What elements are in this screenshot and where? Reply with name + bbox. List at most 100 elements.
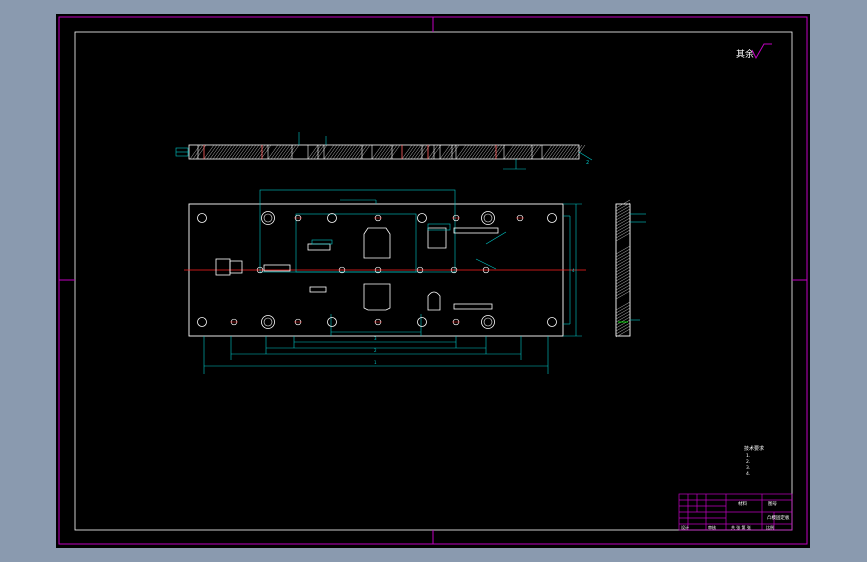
- surface-roughness-icon: [751, 43, 772, 60]
- hatch-line: [467, 144, 479, 160]
- hatch-line: [488, 144, 500, 160]
- plan-dimension-lines: [203, 189, 582, 374]
- hatch-line: [427, 144, 439, 160]
- hatch-line: [270, 144, 282, 160]
- surface-finish-label: 其余: [736, 48, 754, 60]
- side-end-view: [615, 199, 646, 338]
- hatch-line: [242, 144, 254, 160]
- plate-hole-medium: [327, 213, 337, 223]
- hatch-line: [461, 144, 473, 160]
- hatch-line: [439, 144, 451, 160]
- hatch-line: [562, 144, 574, 160]
- rounded-pocket: [427, 291, 441, 311]
- hatch-line: [544, 144, 556, 160]
- hatch-line: [218, 144, 230, 160]
- hatch-line: [189, 144, 201, 160]
- hatch-line: [313, 144, 325, 160]
- hatch-line: [329, 144, 341, 160]
- dim-label-1: 1: [374, 360, 377, 365]
- hatch-line: [248, 144, 260, 160]
- hatch-line: [413, 144, 425, 160]
- title-block-scale: 比例: [766, 524, 774, 530]
- hatch-line: [401, 144, 413, 160]
- plate-hole-large-inner: [263, 213, 273, 223]
- hatch-line: [257, 144, 269, 160]
- notes-title: 技术要求: [744, 445, 764, 452]
- hatch-line: [251, 144, 263, 160]
- title-block-material: 材料: [738, 500, 747, 507]
- plate-hole-medium: [417, 213, 427, 223]
- hatch-line: [338, 144, 350, 160]
- punch-cutout-lower: [363, 283, 391, 311]
- hatch-line: [503, 144, 515, 160]
- end-view-hatch: [615, 199, 631, 338]
- sheet-inner-border: [74, 31, 793, 531]
- hatch-line: [494, 144, 506, 160]
- surface-finish-note: 其余: [736, 43, 772, 60]
- hatch-line: [530, 144, 542, 160]
- hatch-line: [527, 144, 539, 160]
- plate-cutouts: [215, 227, 499, 311]
- hatch-line: [279, 144, 291, 160]
- hatch-line: [227, 144, 239, 160]
- hatch-line: [276, 144, 288, 160]
- hatch-line: [541, 144, 553, 160]
- plate-hole-large-inner: [483, 317, 493, 327]
- hatch-line: [383, 144, 395, 160]
- hatch-line: [442, 144, 454, 160]
- square-left-outer: [229, 260, 243, 274]
- hatch-line: [341, 144, 353, 160]
- hatch-line: [547, 144, 559, 160]
- hatch-line: [512, 144, 524, 160]
- hatch-line: [344, 144, 356, 160]
- drawing-canvas: 其余 2 1 2 3 4 技术要求 1. 2. 3. 4. 图号 凸模固定板 材…: [58, 16, 808, 545]
- plate-hole-medium: [327, 317, 337, 327]
- hatch-line: [565, 144, 577, 160]
- side-section-hatch: [189, 144, 586, 160]
- plate-cutouts-accents: [311, 223, 507, 270]
- hatch-line: [491, 144, 503, 160]
- hatch-line: [521, 144, 533, 160]
- title-block-drawing-no: 图号: [768, 501, 777, 507]
- plate-hole-large: [481, 315, 495, 329]
- hatch-line: [430, 144, 442, 160]
- title-block-designer: 设计: [681, 524, 689, 530]
- hatch-line: [568, 144, 580, 160]
- notes-line-4: 4.: [746, 471, 750, 477]
- hatch-line: [335, 144, 347, 160]
- side-dim-line-right: [578, 151, 593, 161]
- hatch-line: [380, 144, 392, 160]
- plate-hole-large: [261, 315, 275, 329]
- technical-notes: 技术要求 1. 2. 3. 4.: [744, 445, 764, 477]
- hatch-line: [203, 144, 215, 160]
- hatch-line: [195, 144, 207, 160]
- dim-label-2: 2: [374, 348, 377, 353]
- hatch-line: [230, 144, 242, 160]
- hatch-line: [479, 144, 491, 160]
- hatch-line: [212, 144, 224, 160]
- hatch-line: [353, 144, 365, 160]
- end-view-outline: [615, 203, 631, 337]
- plate-hole-medium: [417, 317, 427, 327]
- plate-hole-medium: [547, 213, 557, 223]
- notes-line-3: 3.: [746, 465, 750, 471]
- hatch-line: [515, 144, 527, 160]
- plate-hole-medium: [197, 317, 207, 327]
- hatch-line: [282, 144, 294, 160]
- hatch-line: [288, 144, 300, 160]
- hatch-line: [215, 144, 227, 160]
- slot-upper-left: [307, 243, 331, 251]
- punch-cutout-upper: [363, 227, 391, 259]
- hatch-line: [518, 144, 530, 160]
- cad-viewport[interactable]: 其余 2 1 2 3 4 技术要求 1. 2. 3. 4. 图号 凸模固定板 材…: [56, 14, 810, 548]
- hatch-line: [254, 144, 266, 160]
- hatch-line: [350, 144, 362, 160]
- title-block-checker: 审核: [708, 524, 716, 530]
- hatch-line: [524, 144, 536, 160]
- hatch-line: [347, 144, 359, 160]
- sheet-border: [58, 16, 808, 545]
- hatch-line: [419, 144, 431, 160]
- hatch-line: [509, 144, 521, 160]
- dim-label-3: 3: [374, 336, 377, 341]
- hatch-line: [482, 144, 494, 160]
